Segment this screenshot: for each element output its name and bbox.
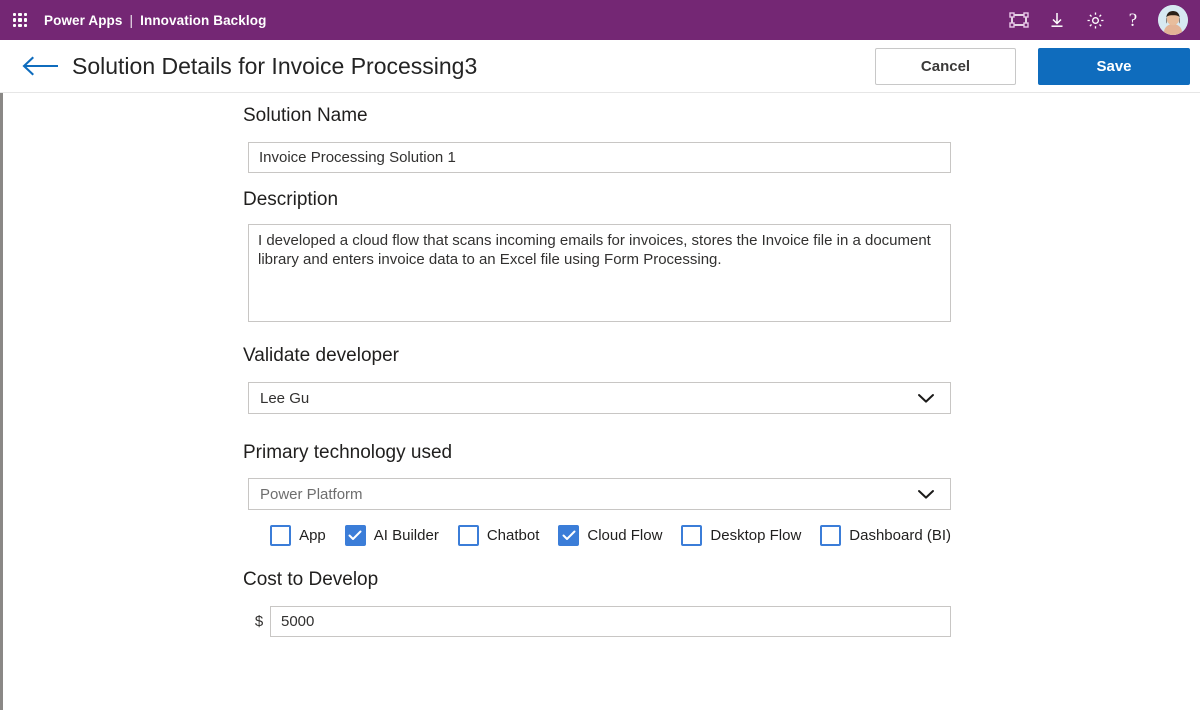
primary-technology-label: Primary technology used	[243, 442, 453, 463]
cost-to-develop-row: $	[248, 606, 951, 637]
waffle-grid	[13, 13, 27, 27]
form-canvas: Solution Name Description Validate devel…	[0, 93, 1200, 710]
brand-area: Power Apps | Innovation Backlog	[44, 13, 266, 28]
help-glyph: ?	[1128, 9, 1138, 31]
checkbox-label: AI Builder	[373, 526, 439, 544]
technology-checkbox-group: App AI Builder Chatbot Cloud Flow Deskto…	[248, 521, 951, 549]
brand-separator: |	[129, 12, 134, 28]
checkbox-cloud-flow[interactable]: Cloud Flow	[558, 524, 663, 546]
chevron-down-icon	[916, 488, 936, 500]
download-icon[interactable]	[1038, 0, 1076, 40]
checkbox-box[interactable]	[820, 524, 842, 546]
checkbox-box[interactable]	[344, 524, 366, 546]
checkbox-box[interactable]	[457, 524, 479, 546]
cancel-button[interactable]: Cancel	[875, 47, 1016, 85]
checkbox-desktop-flow[interactable]: Desktop Flow	[681, 524, 802, 546]
avatar[interactable]	[1158, 5, 1188, 35]
command-buttons: Cancel Save	[875, 47, 1200, 85]
description-label: Description	[243, 189, 339, 210]
checkbox-label: Chatbot	[486, 526, 540, 544]
checkbox-dashboard-bi[interactable]: Dashboard (BI)	[820, 524, 951, 546]
checkbox-label: Desktop Flow	[710, 526, 802, 544]
environment-frame-icon[interactable]	[1000, 0, 1038, 40]
suite-header-bar: Power Apps | Innovation Backlog ?	[0, 0, 1200, 40]
checkbox-label: Dashboard (BI)	[849, 526, 951, 544]
help-icon[interactable]: ?	[1114, 0, 1152, 40]
primary-technology-dropdown[interactable]: Power Platform	[248, 478, 951, 510]
app-launcher-icon[interactable]	[0, 0, 40, 40]
app-name[interactable]: Power Apps	[44, 13, 123, 28]
checkbox-label: Cloud Flow	[587, 526, 663, 544]
checkbox-chatbot[interactable]: Chatbot	[457, 524, 540, 546]
back-arrow-icon[interactable]	[18, 46, 64, 86]
checkbox-label: App	[299, 526, 326, 544]
checkbox-app[interactable]: App	[270, 524, 326, 546]
checkbox-box[interactable]	[558, 524, 580, 546]
solution-name-label: Solution Name	[243, 105, 368, 126]
cost-to-develop-label: Cost to Develop	[243, 569, 379, 590]
environment-name[interactable]: Innovation Backlog	[140, 13, 266, 28]
currency-symbol: $	[254, 613, 264, 630]
page-command-bar: Solution Details for Invoice Processing3…	[0, 40, 1200, 93]
chevron-down-icon	[916, 392, 936, 404]
validate-developer-value: Lee Gu	[260, 389, 310, 407]
validate-developer-dropdown[interactable]: Lee Gu	[248, 382, 951, 414]
cost-to-develop-input[interactable]	[270, 606, 951, 637]
page-title: Solution Details for Invoice Processing3	[72, 52, 478, 79]
validate-developer-label: Validate developer	[243, 345, 399, 366]
primary-technology-value: Power Platform	[260, 485, 363, 503]
checkbox-box[interactable]	[681, 524, 703, 546]
suite-actions: ?	[1000, 0, 1200, 40]
save-button[interactable]: Save	[1038, 47, 1190, 85]
gear-icon[interactable]	[1076, 0, 1114, 40]
checkbox-ai-builder[interactable]: AI Builder	[344, 524, 439, 546]
checkbox-box[interactable]	[270, 524, 292, 546]
description-textarea[interactable]	[248, 224, 951, 322]
solution-name-input[interactable]	[248, 142, 951, 173]
